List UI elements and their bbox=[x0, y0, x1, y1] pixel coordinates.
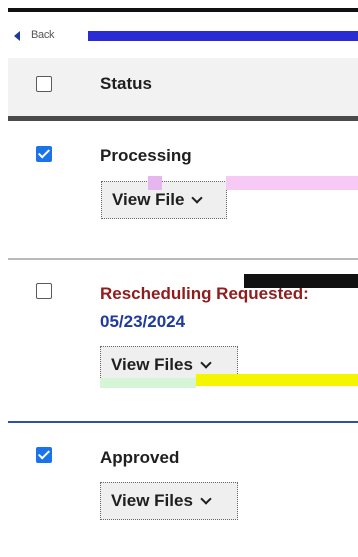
top-bar: Back bbox=[0, 22, 358, 58]
top-divider bbox=[8, 8, 358, 12]
render-artifact bbox=[196, 374, 358, 386]
row-divider bbox=[8, 421, 358, 423]
chevron-down-icon bbox=[200, 357, 212, 369]
render-artifact bbox=[148, 176, 162, 190]
header-divider bbox=[8, 116, 358, 121]
view-files-label: View Files bbox=[111, 491, 193, 510]
render-artifact bbox=[226, 176, 358, 190]
row-checkbox[interactable] bbox=[36, 447, 52, 463]
status-text: Processing bbox=[100, 146, 192, 165]
row-checkbox[interactable] bbox=[36, 283, 52, 299]
row-divider bbox=[8, 258, 358, 260]
status-text: Approved bbox=[100, 448, 180, 467]
status-column-header[interactable]: Status bbox=[100, 74, 152, 94]
table-header: Status bbox=[8, 58, 358, 116]
view-file-label: View File bbox=[112, 190, 185, 209]
status-date: 05/23/2024 bbox=[100, 312, 186, 331]
render-artifact bbox=[100, 378, 196, 388]
select-all-checkbox[interactable] bbox=[36, 76, 52, 92]
render-artifact bbox=[244, 274, 358, 288]
row-checkbox[interactable] bbox=[36, 146, 52, 162]
page: Back Status Processing View File Resched… bbox=[0, 0, 358, 557]
back-link[interactable]: Back bbox=[31, 29, 55, 41]
chevron-down-icon bbox=[191, 192, 204, 204]
title-bar-highlight bbox=[88, 31, 358, 41]
chevron-down-icon bbox=[200, 493, 212, 505]
view-files-label: View Files bbox=[111, 355, 193, 374]
view-files-button[interactable]: View Files bbox=[100, 482, 238, 520]
view-file-button[interactable]: View File bbox=[101, 181, 227, 219]
back-caret-icon[interactable] bbox=[14, 31, 20, 41]
